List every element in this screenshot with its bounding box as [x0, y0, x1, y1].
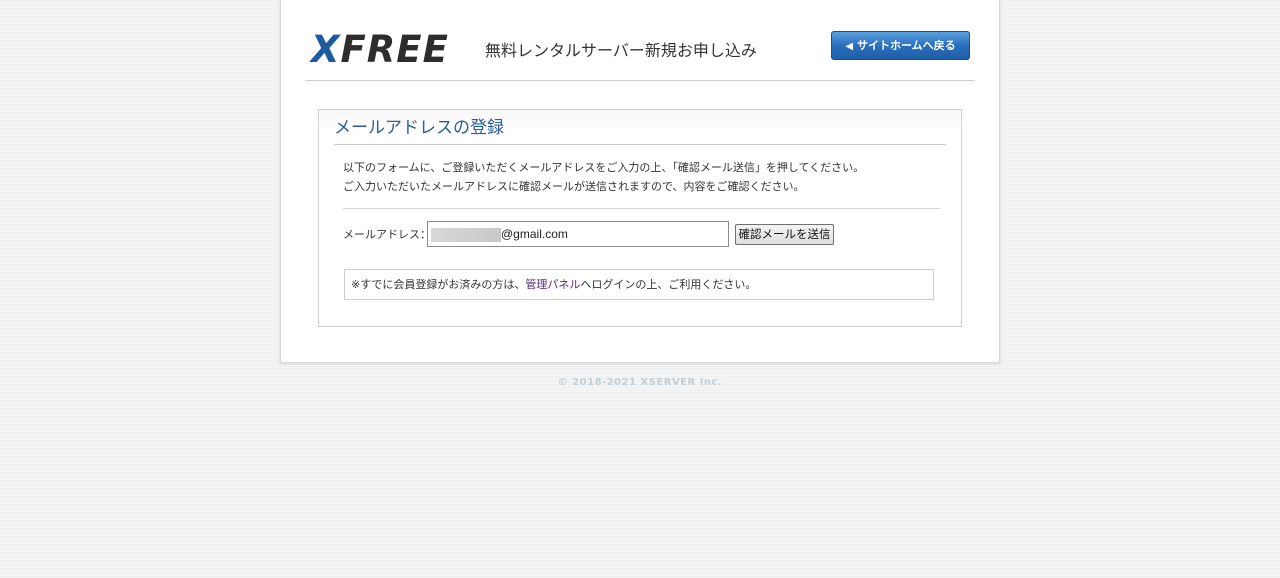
- logo-x: X: [311, 28, 341, 71]
- notice-suffix: へログインの上、ご利用ください。: [580, 278, 757, 291]
- divider: [343, 208, 940, 209]
- instructions: 以下のフォームに、ご登録いただくメールアドレスをご入力の上、「確認メール送信」を…: [343, 158, 943, 196]
- page-title: 無料レンタルサーバー新規お申し込み: [485, 41, 757, 60]
- instruction-line-1: 以下のフォームに、ご登録いただくメールアドレスをご入力の上、「確認メール送信」を…: [343, 161, 865, 174]
- login-notice: ※すでに会員登録がお済みの方は、管理パネルへログインの上、ご利用ください。: [344, 269, 934, 300]
- back-to-home-label: サイトホームへ戻る: [857, 39, 956, 52]
- back-to-home-button[interactable]: ◀ サイトホームへ戻る: [831, 31, 970, 60]
- copyright: © 2018-2021 XSERVER Inc.: [557, 377, 723, 388]
- send-confirmation-button[interactable]: 確認メールを送信: [735, 224, 834, 245]
- email-label: メールアドレス：: [343, 228, 431, 241]
- admin-panel-link[interactable]: 管理パネル: [525, 278, 580, 291]
- redacted-text: [431, 228, 501, 242]
- xfree-logo[interactable]: XFREE: [311, 31, 449, 69]
- notice-prefix: ※すでに会員登録がお済みの方は、: [351, 278, 526, 291]
- instruction-line-2: ご入力いただいたメールアドレスに確認メールが送信されますので、内容をご確認くださ…: [343, 180, 805, 193]
- logo-free: FREE: [340, 28, 449, 71]
- header: XFREE 無料レンタルサーバー新規お申し込み ◀ サイトホームへ戻る: [305, 0, 975, 81]
- email-input[interactable]: @gmail.com: [427, 221, 729, 247]
- section-title: メールアドレスの登録: [334, 114, 946, 145]
- email-value: @gmail.com: [501, 227, 568, 241]
- chevron-left-icon: ◀: [845, 41, 854, 52]
- email-registration-box: メールアドレスの登録 以下のフォームに、ご登録いただくメールアドレスをご入力の上…: [318, 109, 962, 327]
- main-container: XFREE 無料レンタルサーバー新規お申し込み ◀ サイトホームへ戻る メールアド…: [280, 0, 1000, 363]
